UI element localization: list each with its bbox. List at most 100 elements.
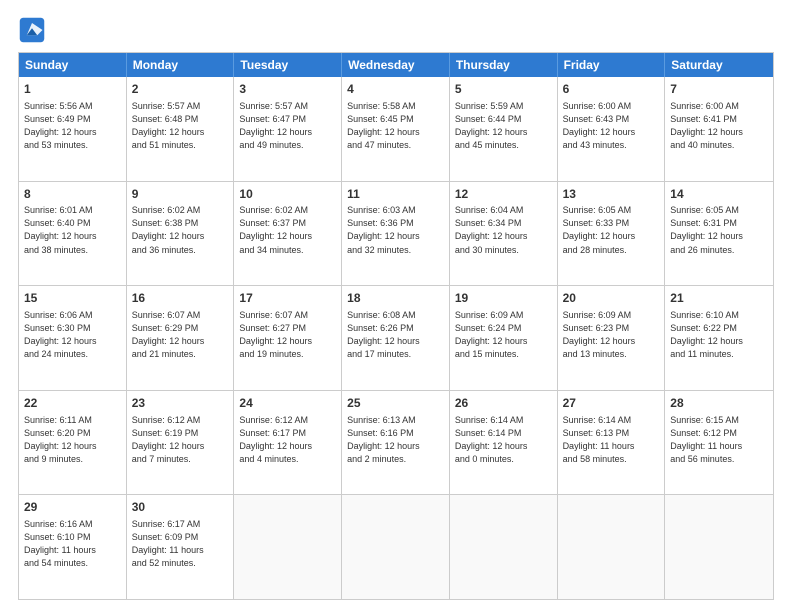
empty-cell-4-3 [342, 495, 450, 599]
day-number: 16 [132, 290, 229, 307]
day-details: Sunrise: 6:15 AMSunset: 6:12 PMDaylight:… [670, 414, 768, 466]
day-cell-16: 16Sunrise: 6:07 AMSunset: 6:29 PMDayligh… [127, 286, 235, 390]
day-number: 13 [563, 186, 660, 203]
calendar-body: 1Sunrise: 5:56 AMSunset: 6:49 PMDaylight… [19, 77, 773, 599]
day-details: Sunrise: 6:11 AMSunset: 6:20 PMDaylight:… [24, 414, 121, 466]
weekday-header-wednesday: Wednesday [342, 53, 450, 77]
day-cell-1: 1Sunrise: 5:56 AMSunset: 6:49 PMDaylight… [19, 77, 127, 181]
day-details: Sunrise: 6:06 AMSunset: 6:30 PMDaylight:… [24, 309, 121, 361]
day-number: 30 [132, 499, 229, 516]
day-cell-14: 14Sunrise: 6:05 AMSunset: 6:31 PMDayligh… [665, 182, 773, 286]
day-details: Sunrise: 6:12 AMSunset: 6:17 PMDaylight:… [239, 414, 336, 466]
day-cell-3: 3Sunrise: 5:57 AMSunset: 6:47 PMDaylight… [234, 77, 342, 181]
logo-icon [18, 16, 46, 44]
day-cell-26: 26 Sunrise: 6:14 AMSunset: 6:14 PMDayligh… [450, 391, 558, 495]
day-number: 8 [24, 186, 121, 203]
day-number: 23 [132, 395, 229, 412]
day-cell-8: 8Sunrise: 6:01 AMSunset: 6:40 PMDaylight… [19, 182, 127, 286]
day-details: Sunrise: 6:00 AMSunset: 6:41 PMDaylight:… [670, 100, 768, 152]
day-cell-11: 11Sunrise: 6:03 AMSunset: 6:36 PMDayligh… [342, 182, 450, 286]
day-cell-21: 21 Sunrise: 6:10 AMSunset: 6:22 PMDayligh… [665, 286, 773, 390]
day-number: 3 [239, 81, 336, 98]
day-cell-17: 17 Sunrise: 6:07 AMSunset: 6:27 PMDayligh… [234, 286, 342, 390]
day-cell-19: 19 Sunrise: 6:09 AMSunset: 6:24 PMDayligh… [450, 286, 558, 390]
day-cell-4: 4 Sunrise: 5:58 AMSunset: 6:45 PMDaylight… [342, 77, 450, 181]
day-details: Sunrise: 6:02 AMSunset: 6:37 PMDaylight:… [239, 204, 336, 256]
day-cell-27: 27 Sunrise: 6:14 AMSunset: 6:13 PMDayligh… [558, 391, 666, 495]
day-details: Sunrise: 6:13 AMSunset: 6:16 PMDaylight:… [347, 414, 444, 466]
day-details: Sunrise: 6:09 AMSunset: 6:23 PMDaylight:… [563, 309, 660, 361]
day-details: Sunrise: 6:12 AMSunset: 6:19 PMDaylight:… [132, 414, 229, 466]
day-details: Sunrise: 5:56 AMSunset: 6:49 PMDaylight:… [24, 100, 121, 152]
weekday-header-monday: Monday [127, 53, 235, 77]
empty-cell-4-5 [558, 495, 666, 599]
header [18, 16, 774, 44]
day-cell-2: 2 Sunrise: 5:57 AMSunset: 6:48 PMDaylight… [127, 77, 235, 181]
day-number: 24 [239, 395, 336, 412]
weekday-header-tuesday: Tuesday [234, 53, 342, 77]
logo [18, 16, 50, 44]
day-number: 26 [455, 395, 552, 412]
day-cell-10: 10Sunrise: 6:02 AMSunset: 6:37 PMDayligh… [234, 182, 342, 286]
day-cell-5: 5 Sunrise: 5:59 AMSunset: 6:44 PMDaylight… [450, 77, 558, 181]
day-details: Sunrise: 6:14 AMSunset: 6:13 PMDaylight:… [563, 414, 660, 466]
weekday-header-friday: Friday [558, 53, 666, 77]
day-cell-13: 13Sunrise: 6:05 AMSunset: 6:33 PMDayligh… [558, 182, 666, 286]
calendar-row-2: 15 Sunrise: 6:06 AMSunset: 6:30 PMDayligh… [19, 285, 773, 390]
day-number: 25 [347, 395, 444, 412]
day-details: Sunrise: 6:07 AMSunset: 6:27 PMDaylight:… [239, 309, 336, 361]
day-details: Sunrise: 6:03 AMSunset: 6:36 PMDaylight:… [347, 204, 444, 256]
day-details: Sunrise: 5:58 AMSunset: 6:45 PMDaylight:… [347, 100, 444, 152]
calendar-row-4: 29Sunrise: 6:16 AMSunset: 6:10 PMDayligh… [19, 494, 773, 599]
day-details: Sunrise: 6:09 AMSunset: 6:24 PMDaylight:… [455, 309, 552, 361]
day-number: 9 [132, 186, 229, 203]
weekday-header-saturday: Saturday [665, 53, 773, 77]
day-cell-29: 29Sunrise: 6:16 AMSunset: 6:10 PMDayligh… [19, 495, 127, 599]
calendar-row-1: 8Sunrise: 6:01 AMSunset: 6:40 PMDaylight… [19, 181, 773, 286]
day-cell-18: 18 Sunrise: 6:08 AMSunset: 6:26 PMDayligh… [342, 286, 450, 390]
day-number: 14 [670, 186, 768, 203]
day-cell-15: 15 Sunrise: 6:06 AMSunset: 6:30 PMDayligh… [19, 286, 127, 390]
page: SundayMondayTuesdayWednesdayThursdayFrid… [0, 0, 792, 612]
day-details: Sunrise: 5:57 AMSunset: 6:48 PMDaylight:… [132, 100, 229, 152]
calendar: SundayMondayTuesdayWednesdayThursdayFrid… [18, 52, 774, 600]
day-cell-30: 30 Sunrise: 6:17 AMSunset: 6:09 PMDayligh… [127, 495, 235, 599]
day-details: Sunrise: 6:17 AMSunset: 6:09 PMDaylight:… [132, 518, 229, 570]
day-number: 15 [24, 290, 121, 307]
weekday-header-sunday: Sunday [19, 53, 127, 77]
day-cell-28: 28 Sunrise: 6:15 AMSunset: 6:12 PMDayligh… [665, 391, 773, 495]
day-number: 22 [24, 395, 121, 412]
day-number: 4 [347, 81, 444, 98]
day-number: 19 [455, 290, 552, 307]
day-number: 27 [563, 395, 660, 412]
day-cell-25: 25 Sunrise: 6:13 AMSunset: 6:16 PMDayligh… [342, 391, 450, 495]
day-details: Sunrise: 6:16 AMSunset: 6:10 PMDaylight:… [24, 518, 121, 570]
day-number: 12 [455, 186, 552, 203]
calendar-row-0: 1Sunrise: 5:56 AMSunset: 6:49 PMDaylight… [19, 77, 773, 181]
calendar-header: SundayMondayTuesdayWednesdayThursdayFrid… [19, 53, 773, 77]
day-cell-12: 12Sunrise: 6:04 AMSunset: 6:34 PMDayligh… [450, 182, 558, 286]
day-details: Sunrise: 5:59 AMSunset: 6:44 PMDaylight:… [455, 100, 552, 152]
day-details: Sunrise: 6:08 AMSunset: 6:26 PMDaylight:… [347, 309, 444, 361]
day-details: Sunrise: 6:14 AMSunset: 6:14 PMDaylight:… [455, 414, 552, 466]
day-details: Sunrise: 6:05 AMSunset: 6:33 PMDaylight:… [563, 204, 660, 256]
day-number: 20 [563, 290, 660, 307]
day-cell-22: 22 Sunrise: 6:11 AMSunset: 6:20 PMDayligh… [19, 391, 127, 495]
empty-cell-4-6 [665, 495, 773, 599]
day-number: 7 [670, 81, 768, 98]
calendar-row-3: 22 Sunrise: 6:11 AMSunset: 6:20 PMDayligh… [19, 390, 773, 495]
day-details: Sunrise: 6:05 AMSunset: 6:31 PMDaylight:… [670, 204, 768, 256]
day-number: 6 [563, 81, 660, 98]
day-details: Sunrise: 6:02 AMSunset: 6:38 PMDaylight:… [132, 204, 229, 256]
day-number: 5 [455, 81, 552, 98]
day-number: 17 [239, 290, 336, 307]
day-number: 18 [347, 290, 444, 307]
day-cell-23: 23 Sunrise: 6:12 AMSunset: 6:19 PMDayligh… [127, 391, 235, 495]
day-cell-20: 20 Sunrise: 6:09 AMSunset: 6:23 PMDayligh… [558, 286, 666, 390]
day-number: 21 [670, 290, 768, 307]
day-number: 28 [670, 395, 768, 412]
day-details: Sunrise: 6:10 AMSunset: 6:22 PMDaylight:… [670, 309, 768, 361]
weekday-header-thursday: Thursday [450, 53, 558, 77]
day-details: Sunrise: 6:01 AMSunset: 6:40 PMDaylight:… [24, 204, 121, 256]
day-number: 2 [132, 81, 229, 98]
